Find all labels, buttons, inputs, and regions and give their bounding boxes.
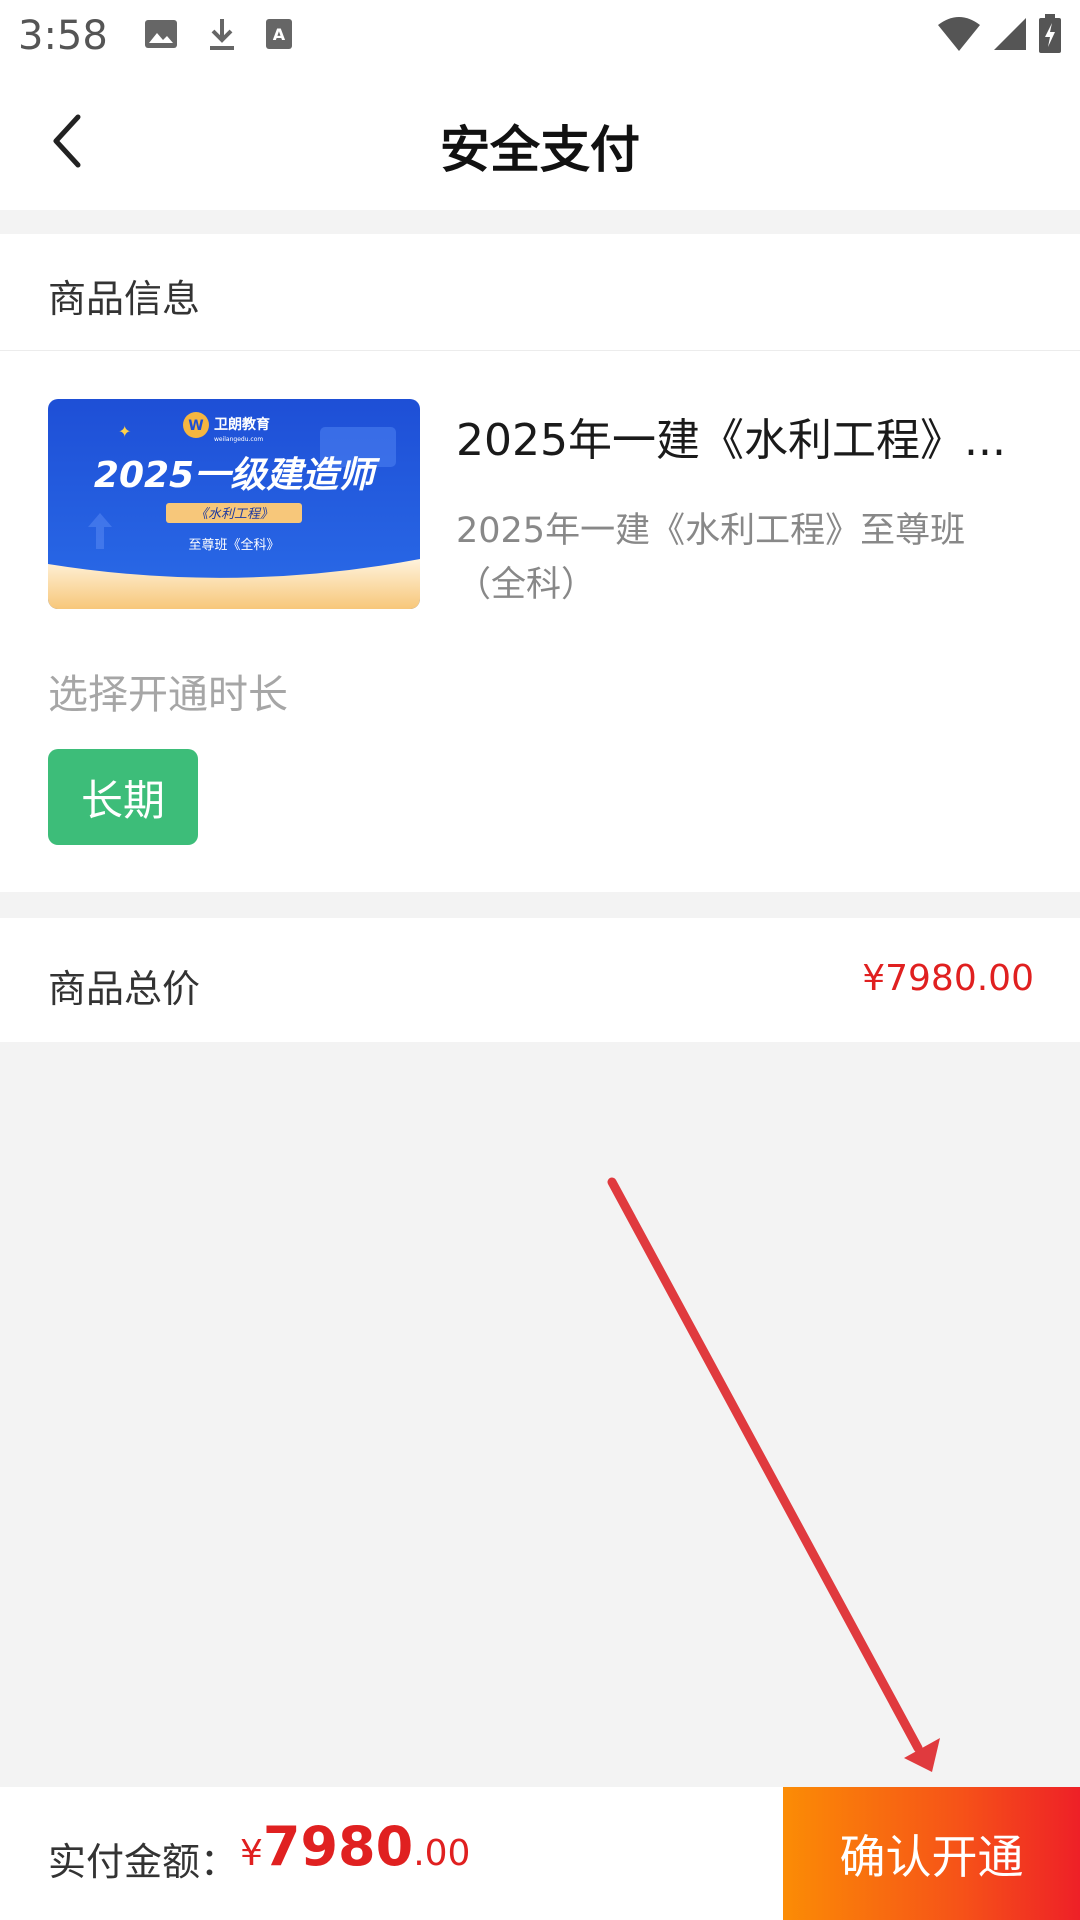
thumbnail-class: 至尊班《全科》	[188, 537, 279, 553]
product-thumbnail[interactable]: W 卫朗教育 weilangedu.com ✦ 2025一级建造师 《水利工程》…	[48, 399, 420, 609]
divider	[0, 350, 1080, 351]
pay-amount-label: 实付金额：	[48, 1840, 239, 1884]
thumbnail-subject: 《水利工程》	[195, 507, 273, 522]
pay-amount: ¥ 7980 .00	[240, 1815, 470, 1878]
status-bar: 3:58 A	[0, 0, 1080, 72]
pay-amount-decimal: .00	[413, 1833, 471, 1874]
text-a-icon: A	[265, 19, 292, 53]
thumbnail-brand-url: weilangedu.com	[214, 436, 263, 443]
svg-text:A: A	[273, 25, 286, 44]
product-name[interactable]: 2025年一建《水利工程》...	[456, 404, 1016, 468]
status-time: 3:58	[18, 13, 108, 59]
thumbnail-headline: 2025一级建造师	[94, 455, 380, 496]
status-icons-left: A	[144, 17, 292, 55]
total-price-row: 商品总价 ¥7980.00	[0, 918, 1080, 1042]
download-icon	[208, 17, 236, 55]
product-description: 2025年一建《水利工程》至尊班（全科）	[456, 511, 966, 605]
status-icons-right	[936, 14, 1062, 58]
product-info-section: 商品信息 W 卫朗教育 weilangedu.com ✦ 2025一级建造师 《…	[0, 234, 1080, 892]
total-price-value: ¥7980.00	[862, 958, 1034, 999]
duration-option-long-term[interactable]: 长期	[48, 749, 198, 845]
total-price-label: 商品总价	[48, 967, 201, 1011]
battery-charging-icon	[1038, 14, 1062, 58]
section-title: 商品信息	[48, 277, 201, 321]
svg-text:✦: ✦	[118, 422, 131, 441]
page-title: 安全支付	[440, 121, 640, 179]
image-icon	[144, 19, 178, 53]
wifi-icon	[936, 15, 982, 57]
duration-label: 选择开通时长	[48, 672, 288, 718]
confirm-activate-button[interactable]: 确认开通	[783, 1787, 1080, 1920]
header: 安全支付	[0, 72, 1080, 210]
thumbnail-brand: 卫朗教育	[214, 416, 270, 433]
pay-amount-integer: 7980	[262, 1815, 414, 1878]
signal-icon	[992, 16, 1028, 56]
svg-text:W: W	[188, 418, 203, 434]
pay-currency: ¥	[240, 1833, 263, 1874]
